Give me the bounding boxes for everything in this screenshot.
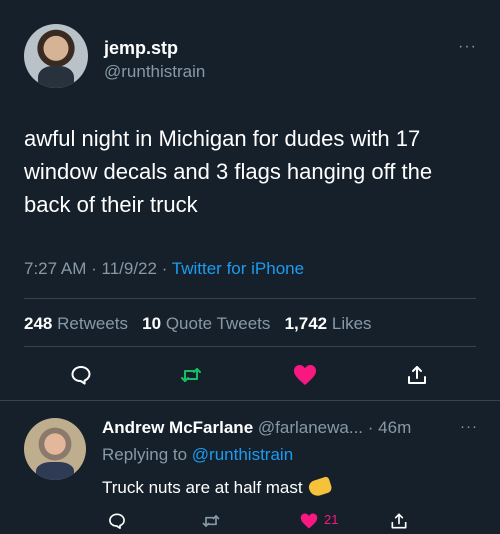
quotes-count: 10 [142, 314, 162, 333]
user-handle[interactable]: @runthistrain [104, 62, 205, 82]
meta-separator: · [367, 418, 379, 437]
retweet-icon[interactable] [176, 360, 206, 390]
likes-stat[interactable]: 1,742 Likes [285, 314, 372, 333]
likes-label: Likes [331, 314, 372, 333]
retweets-count: 248 [24, 314, 53, 333]
meta-separator: · [161, 259, 172, 278]
reply-text-content: Truck nuts are at half mast [102, 478, 303, 497]
share-icon[interactable] [384, 506, 414, 534]
pointing-hand-emoji [306, 475, 333, 499]
more-icon[interactable]: ··· [458, 38, 477, 56]
avatar[interactable] [24, 24, 88, 88]
replying-to: Replying to @runthistrain [102, 445, 293, 465]
retweet-icon[interactable] [196, 506, 226, 534]
meta-separator: · [91, 259, 102, 278]
share-icon[interactable] [402, 360, 432, 390]
reply-text: Truck nuts are at half mast [102, 475, 333, 499]
tweet-time[interactable]: 7:27 AM [24, 259, 86, 278]
display-name[interactable]: jemp.stp [104, 38, 178, 59]
comment-icon[interactable] [66, 360, 96, 390]
reply-tweet[interactable]: Andrew McFarlane @farlanewa... · 46m ···… [0, 402, 500, 534]
reply-avatar[interactable] [24, 418, 86, 480]
likes-count: 1,742 [284, 314, 328, 333]
main-tweet: jemp.stp @runthistrain ··· awful night i… [0, 0, 500, 401]
tweet-meta: 7:27 AM · 11/9/22 · Twitter for iPhone [24, 259, 304, 279]
comment-icon[interactable] [102, 506, 132, 534]
reply-time[interactable]: 46m [378, 418, 411, 437]
retweets-stat[interactable]: 248 Retweets [24, 314, 128, 333]
replying-to-handle[interactable]: @runthistrain [192, 445, 293, 464]
heart-icon[interactable] [290, 360, 320, 390]
tweet-date[interactable]: 11/9/22 [102, 259, 157, 278]
replying-prefix: Replying to [102, 445, 188, 464]
reply-like-count: 21 [324, 512, 339, 527]
heart-icon[interactable] [294, 506, 324, 534]
quotes-label: Quote Tweets [165, 314, 271, 333]
more-icon[interactable]: ··· [460, 418, 478, 435]
tweet-stats: 248 Retweets 10 Quote Tweets 1,742 Likes [24, 314, 372, 334]
reply-header: Andrew McFarlane @farlanewa... · 46m [102, 418, 411, 438]
retweets-label: Retweets [57, 314, 128, 333]
reply-user-handle[interactable]: @farlanewa... [258, 418, 363, 437]
reply-display-name[interactable]: Andrew McFarlane [102, 418, 253, 437]
divider [24, 346, 476, 347]
divider [24, 298, 476, 299]
tweet-source[interactable]: Twitter for iPhone [172, 259, 304, 278]
reply-actions [0, 510, 500, 534]
tweet-actions [0, 360, 500, 390]
tweet-text: awful night in Michigan for dudes with 1… [24, 126, 433, 217]
quotes-stat[interactable]: 10 Quote Tweets [142, 314, 270, 333]
divider [0, 400, 500, 401]
